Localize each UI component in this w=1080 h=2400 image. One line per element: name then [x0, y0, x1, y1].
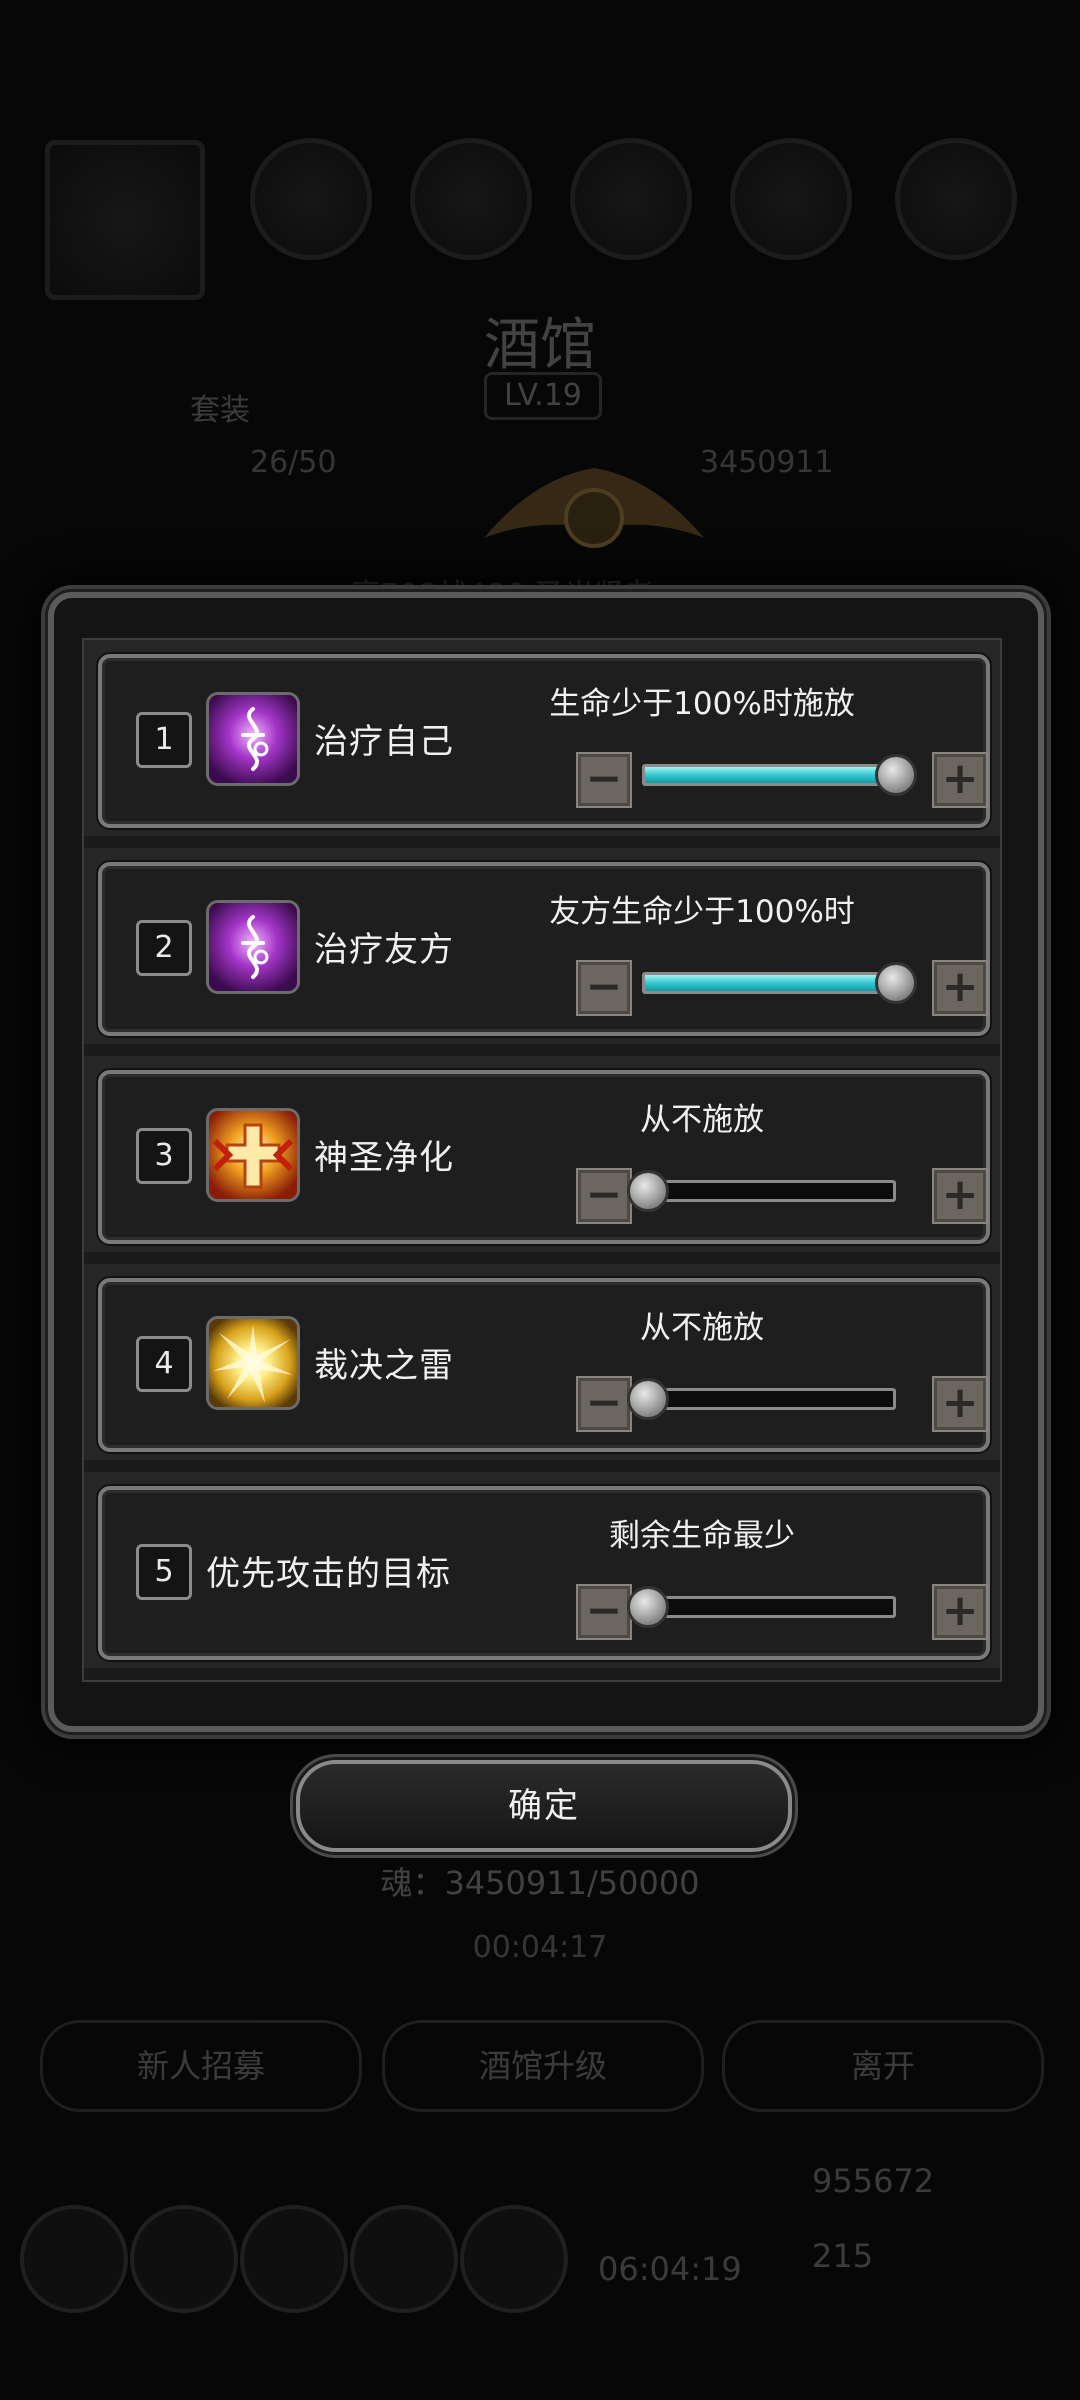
increase-button[interactable]: + — [932, 1584, 988, 1640]
bg-gold: 955672 — [812, 2162, 935, 2200]
equipment-slot — [410, 138, 532, 260]
condition-slider[interactable] — [642, 962, 917, 1004]
bg-menu-circle — [130, 2205, 238, 2313]
decrease-button[interactable]: − — [576, 960, 632, 1016]
increase-button[interactable]: + — [932, 960, 988, 1016]
skill-name: 治疗自己 — [314, 722, 454, 762]
heal-rune-icon — [206, 900, 300, 994]
bg-menu-circle — [350, 2205, 458, 2313]
bg-tag: 套装 — [190, 393, 250, 428]
heal-rune-icon — [206, 692, 300, 786]
increase-button[interactable]: + — [932, 752, 988, 808]
increase-button[interactable]: + — [932, 1376, 988, 1432]
target-condition: 剩余生命最少 — [609, 1518, 795, 1554]
condition-slider[interactable] — [627, 1586, 896, 1628]
skill-row: 4 裁决之雷 从不施放 − + — [84, 1264, 1000, 1460]
bg-title: 酒馆 — [484, 313, 596, 378]
increase-button[interactable]: + — [932, 1168, 988, 1224]
condition-slider[interactable] — [627, 1170, 896, 1212]
decrease-button[interactable]: − — [576, 1584, 632, 1640]
minus-icon: − — [585, 1585, 623, 1636]
skill-name: 裁决之雷 — [314, 1346, 454, 1386]
row-number: 3 — [136, 1128, 192, 1184]
row-number: 2 — [136, 920, 192, 976]
cast-condition: 生命少于100%时施放 — [549, 686, 855, 722]
equipment-slot — [570, 138, 692, 260]
row-number: 1 — [136, 712, 192, 768]
bg-menu-circle — [460, 2205, 568, 2313]
decrease-button[interactable]: − — [576, 1168, 632, 1224]
bg-count: 26/50 — [250, 445, 337, 480]
cast-condition: 从不施放 — [640, 1102, 764, 1138]
bg-upgrade-button: 酒馆升级 — [382, 2020, 704, 2112]
bg-gems: 215 — [812, 2237, 874, 2275]
bg-recruit-button: 新人招募 — [40, 2020, 362, 2112]
slider-knob[interactable] — [875, 754, 917, 796]
skill-settings-dialog: 1 治疗自己 生命少于100%时施放 − + 2 治疗友方 友方生命少于100%… — [48, 468, 1044, 1732]
plus-icon: + — [941, 1377, 979, 1428]
skill-name: 神圣净化 — [314, 1138, 454, 1178]
plus-icon: + — [941, 1585, 979, 1636]
skill-list: 1 治疗自己 生命少于100%时施放 − + 2 治疗友方 友方生命少于100%… — [82, 638, 1002, 1682]
target-priority-label: 优先攻击的目标 — [206, 1554, 451, 1594]
bg-leave-button: 离开 — [722, 2020, 1044, 2112]
slider-fill — [645, 767, 893, 783]
plus-icon: + — [941, 753, 979, 804]
bg-timer: 00:04:17 — [472, 1930, 608, 1965]
skill-row: 1 治疗自己 生命少于100%时施放 − + — [84, 640, 1000, 836]
skill-row: 3 神圣净化 从不施放 − + — [84, 1056, 1000, 1252]
minus-icon: − — [585, 1169, 623, 1220]
skill-name: 治疗友方 — [314, 930, 454, 970]
plus-icon: + — [941, 1169, 979, 1220]
dialog-emblem-icon — [484, 468, 704, 548]
cast-condition: 友方生命少于100%时 — [549, 894, 855, 930]
slider-knob[interactable] — [627, 1378, 669, 1420]
cast-condition: 从不施放 — [640, 1310, 764, 1346]
condition-slider[interactable] — [642, 754, 917, 796]
thunder-burst-icon — [206, 1316, 300, 1410]
slider-knob[interactable] — [627, 1586, 669, 1628]
minus-icon: − — [585, 753, 623, 804]
equipment-slot — [45, 140, 205, 300]
row-number: 4 — [136, 1336, 192, 1392]
slider-fill — [645, 975, 893, 991]
minus-icon: − — [585, 961, 623, 1012]
bg-menu-circle — [240, 2205, 348, 2313]
bg-soul-top: 3450911 — [700, 445, 834, 480]
bg-level: LV.19 — [484, 372, 602, 420]
slider-knob[interactable] — [875, 962, 917, 1004]
equipment-slot — [895, 138, 1017, 260]
bg-soul-line: 魂：3450911/50000 — [380, 1864, 700, 1902]
minus-icon: − — [585, 1377, 623, 1428]
bg-gift-timer: 06:04:19 — [598, 2250, 742, 2288]
condition-slider[interactable] — [627, 1378, 896, 1420]
target-priority-row: 5 优先攻击的目标 剩余生命最少 − + — [84, 1472, 1000, 1668]
equipment-slot — [250, 138, 372, 260]
decrease-button[interactable]: − — [576, 1376, 632, 1432]
skill-row: 2 治疗友方 友方生命少于100%时 − + — [84, 848, 1000, 1044]
row-number: 5 — [136, 1544, 192, 1600]
decrease-button[interactable]: − — [576, 752, 632, 808]
slider-knob[interactable] — [627, 1170, 669, 1212]
holy-cross-icon — [206, 1108, 300, 1202]
equipment-slot — [730, 138, 852, 260]
plus-icon: + — [941, 961, 979, 1012]
bg-menu-circle — [20, 2205, 128, 2313]
confirm-button[interactable]: 确定 — [296, 1760, 792, 1852]
